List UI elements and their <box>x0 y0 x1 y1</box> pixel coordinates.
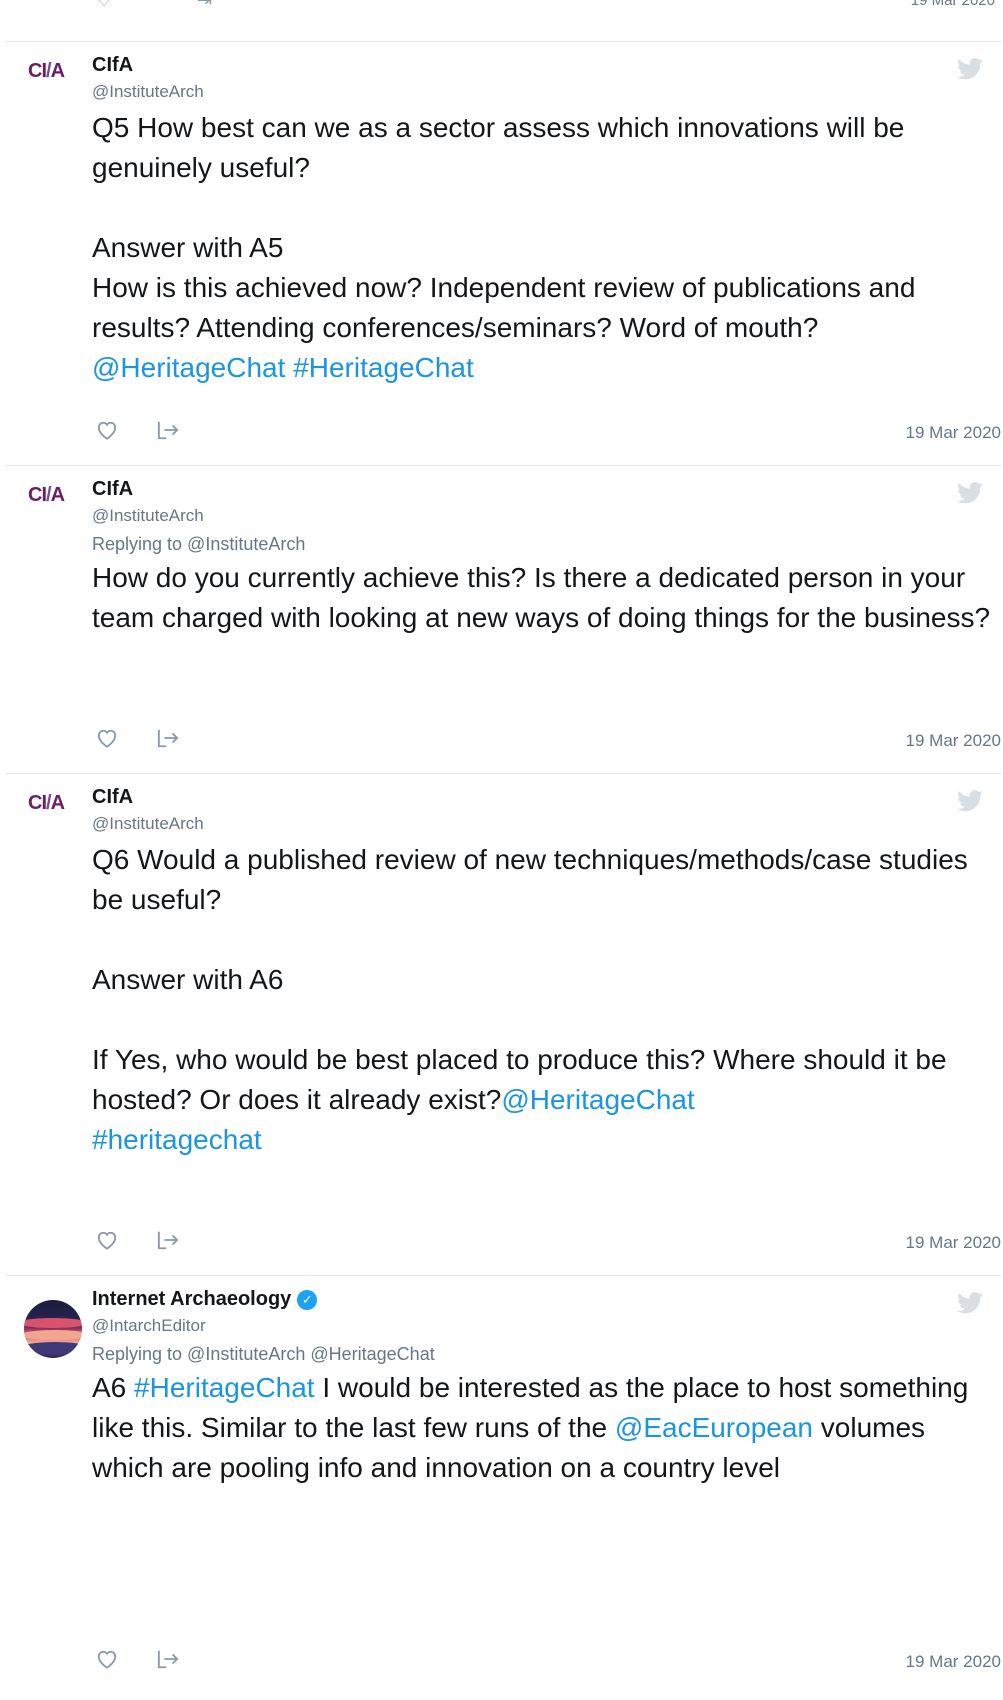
reply-to-label[interactable]: Replying to @InstituteArch @HeritageChat <box>92 1344 435 1365</box>
reply-to-label[interactable]: Replying to @InstituteArch <box>92 534 305 555</box>
tweet-date[interactable]: 19 Mar 2020 <box>906 1652 1001 1672</box>
twitter-bird-icon[interactable] <box>957 790 983 812</box>
author-name[interactable]: CIfA <box>92 786 133 809</box>
tweet-date: 19 Mar 2020 <box>910 0 995 9</box>
tweet[interactable]: CI/A CIfA @InstituteArch Q6 Would a publ… <box>6 774 1001 1276</box>
mention-link[interactable]: @HeritageChat <box>501 1084 694 1115</box>
author-handle[interactable]: @IntarchEditor <box>92 1316 206 1336</box>
avatar-logo-text: CI <box>28 484 47 506</box>
author-name[interactable]: CIfA <box>92 54 133 77</box>
share-icon[interactable] <box>156 1229 180 1251</box>
tweet-text-body: How do you currently achieve this? Is th… <box>92 562 991 633</box>
mention-link[interactable]: @HeritageChat <box>92 352 285 383</box>
previous-tweet-actions: ♡ ⇥ <box>96 0 253 10</box>
avatar-logo-tail: A <box>50 792 65 814</box>
author-name[interactable]: Internet Archaeology <box>92 1288 291 1310</box>
tweet-text-body: Q5 How best can we as a sector assess wh… <box>92 112 916 343</box>
avatar[interactable]: CI/A <box>28 792 76 832</box>
hashtag-link[interactable]: #heritagechat <box>92 1124 262 1155</box>
author-name-row[interactable]: Internet Archaeology ✓ <box>92 1288 318 1311</box>
tweet-text-body: Q6 Would a published review of new techn… <box>92 844 968 1115</box>
mention-link[interactable]: @EacEuropean <box>615 1412 813 1443</box>
avatar[interactable]: CI/A <box>28 60 76 100</box>
share-icon[interactable] <box>156 419 180 441</box>
author-handle[interactable]: @InstituteArch <box>92 506 204 526</box>
avatar-logo-tail: A <box>50 484 65 506</box>
tweet[interactable]: CI/A CIfA @InstituteArch Q5 How best can… <box>6 42 1001 466</box>
avatar-logo-tail: A <box>50 60 65 82</box>
verified-badge-icon: ✓ <box>297 1289 318 1310</box>
twitter-bird-icon[interactable] <box>957 482 983 504</box>
heart-icon[interactable] <box>96 728 118 748</box>
share-icon[interactable] <box>156 727 180 749</box>
author-handle[interactable]: @InstituteArch <box>92 814 204 834</box>
tweet-text: A6 #HeritageChat I would be interested a… <box>92 1368 992 1488</box>
avatar-logo-text: CI <box>28 60 47 82</box>
tweet-text: How do you currently achieve this? Is th… <box>92 558 992 638</box>
tweet[interactable]: CI/A CIfA @InstituteArch Replying to @In… <box>6 466 1001 774</box>
avatar-stripe <box>24 1318 82 1328</box>
avatar-logo-text: CI <box>28 792 47 814</box>
heart-icon[interactable] <box>96 420 118 440</box>
author-handle[interactable]: @InstituteArch <box>92 82 204 102</box>
avatar-stripe <box>24 1342 82 1354</box>
share-icon[interactable] <box>156 1648 180 1670</box>
heart-icon[interactable] <box>96 1649 118 1669</box>
avatar-stripe <box>24 1330 82 1340</box>
tweet-date[interactable]: 19 Mar 2020 <box>906 1233 1001 1253</box>
tweet[interactable]: Internet Archaeology ✓ @IntarchEditor Rep… <box>6 1276 1001 1700</box>
twitter-bird-icon[interactable] <box>957 58 983 80</box>
tweet-date[interactable]: 19 Mar 2020 <box>906 423 1001 443</box>
tweet-text-body: A6 <box>92 1372 135 1403</box>
author-name[interactable]: CIfA <box>92 478 133 501</box>
hashtag-link[interactable]: #HeritageChat <box>134 1372 315 1403</box>
tweet-text: Q6 Would a published review of new techn… <box>92 840 992 1160</box>
avatar[interactable]: CI/A <box>28 484 76 524</box>
heart-icon[interactable] <box>96 1230 118 1250</box>
twitter-bird-icon[interactable] <box>957 1292 983 1314</box>
tweet-date[interactable]: 19 Mar 2020 <box>906 731 1001 751</box>
avatar[interactable] <box>24 1300 82 1358</box>
hashtag-link[interactable]: #HeritageChat <box>293 352 474 383</box>
tweet-text: Q5 How best can we as a sector assess wh… <box>92 108 992 388</box>
previous-tweet-footer: ♡ ⇥ 19 Mar 2020 <box>6 0 1001 42</box>
